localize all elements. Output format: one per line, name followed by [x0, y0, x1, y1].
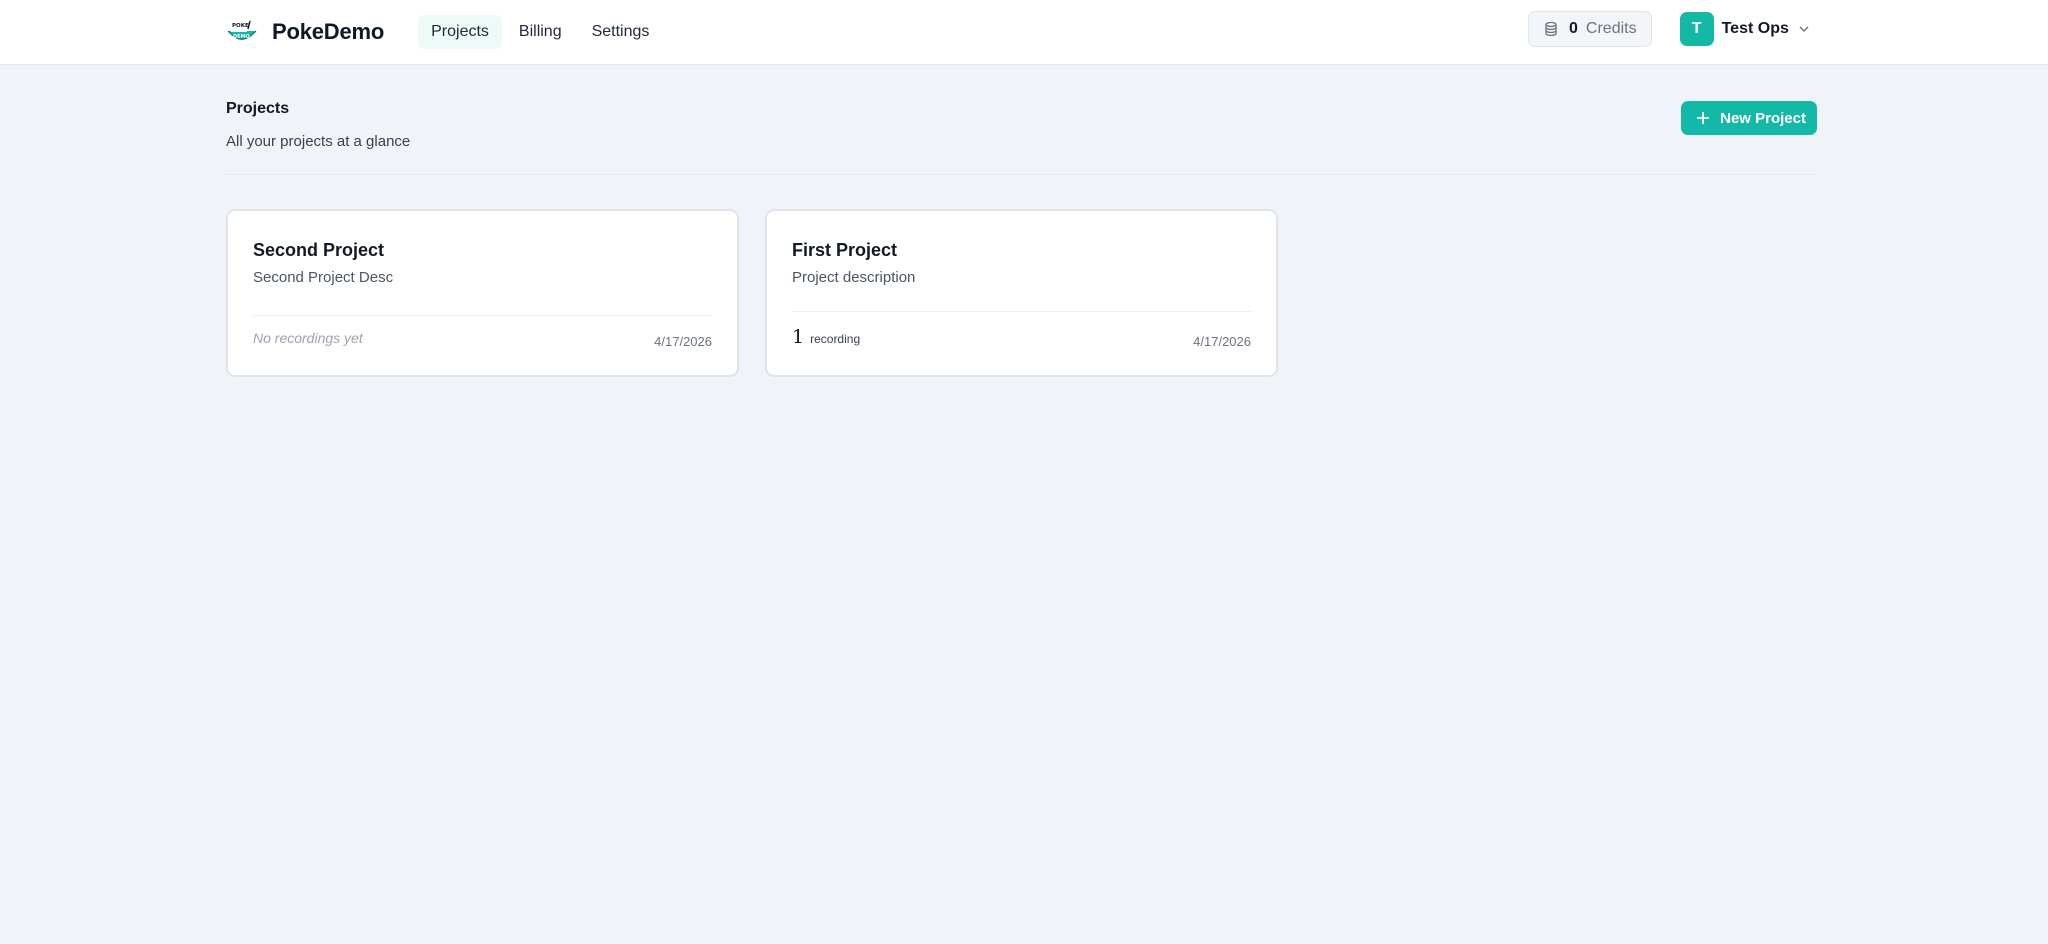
- recordings-empty-text: No recordings yet: [253, 330, 363, 346]
- logo-badge-top: POKE: [232, 23, 249, 29]
- page-subtitle: All your projects at a glance: [226, 133, 411, 150]
- project-title: Second Project: [253, 240, 385, 260]
- project-description: Second Project Desc: [253, 269, 394, 286]
- project-date: 4/17/2026: [654, 334, 712, 349]
- pokedemo-logo-icon: POKE DEMO: [226, 19, 258, 45]
- project-card-second-project[interactable]: Second Project Second Project Desc No re…: [226, 209, 739, 377]
- new-project-label: New Project: [1720, 109, 1806, 127]
- page-title: Projects: [226, 100, 290, 117]
- project-description: Project description: [792, 269, 916, 286]
- nav-item-projects[interactable]: Projects: [418, 15, 502, 49]
- project-title: First Project: [792, 240, 898, 260]
- credits-label: Credits: [1585, 20, 1637, 37]
- page-header: Projects All your projects at a glance N…: [226, 64, 1817, 175]
- project-card-list: Second Project Second Project Desc No re…: [226, 209, 1278, 377]
- recordings-count-unit: recording: [810, 332, 861, 346]
- card-divider: [792, 311, 1251, 312]
- credits-badge[interactable]: 0 Credits: [1528, 11, 1652, 47]
- credits-value: 0: [1569, 20, 1578, 37]
- app-name: PokeDemo: [272, 19, 385, 44]
- plus-icon: [1695, 110, 1711, 126]
- avatar: T: [1679, 12, 1714, 46]
- project-date: 4/17/2026: [1193, 334, 1251, 349]
- nav-item-billing[interactable]: Billing: [506, 15, 575, 49]
- card-divider: [253, 315, 712, 316]
- chevron-down-icon: [1797, 22, 1811, 36]
- app-logo[interactable]: POKE DEMO PokeDemo: [226, 19, 384, 45]
- user-menu[interactable]: T Test Ops: [1679, 12, 1811, 46]
- top-navigation-bar: POKE DEMO PokeDemo Projects Billing Sett…: [0, 0, 2048, 65]
- main-nav: Projects Billing Settings: [418, 15, 662, 49]
- user-name: Test Ops: [1721, 20, 1789, 37]
- recordings-count-value: 1: [792, 326, 805, 348]
- recordings-count: 1 recording: [792, 326, 860, 348]
- coins-icon: [1543, 21, 1559, 37]
- header-right-tools: 0 Credits T Test Ops: [1528, 11, 1811, 47]
- project-card-first-project[interactable]: First Project Project description 1 reco…: [765, 209, 1278, 377]
- new-project-button[interactable]: New Project: [1681, 101, 1817, 135]
- nav-item-settings[interactable]: Settings: [579, 15, 663, 49]
- logo-badge-bottom: DEMO: [233, 34, 250, 40]
